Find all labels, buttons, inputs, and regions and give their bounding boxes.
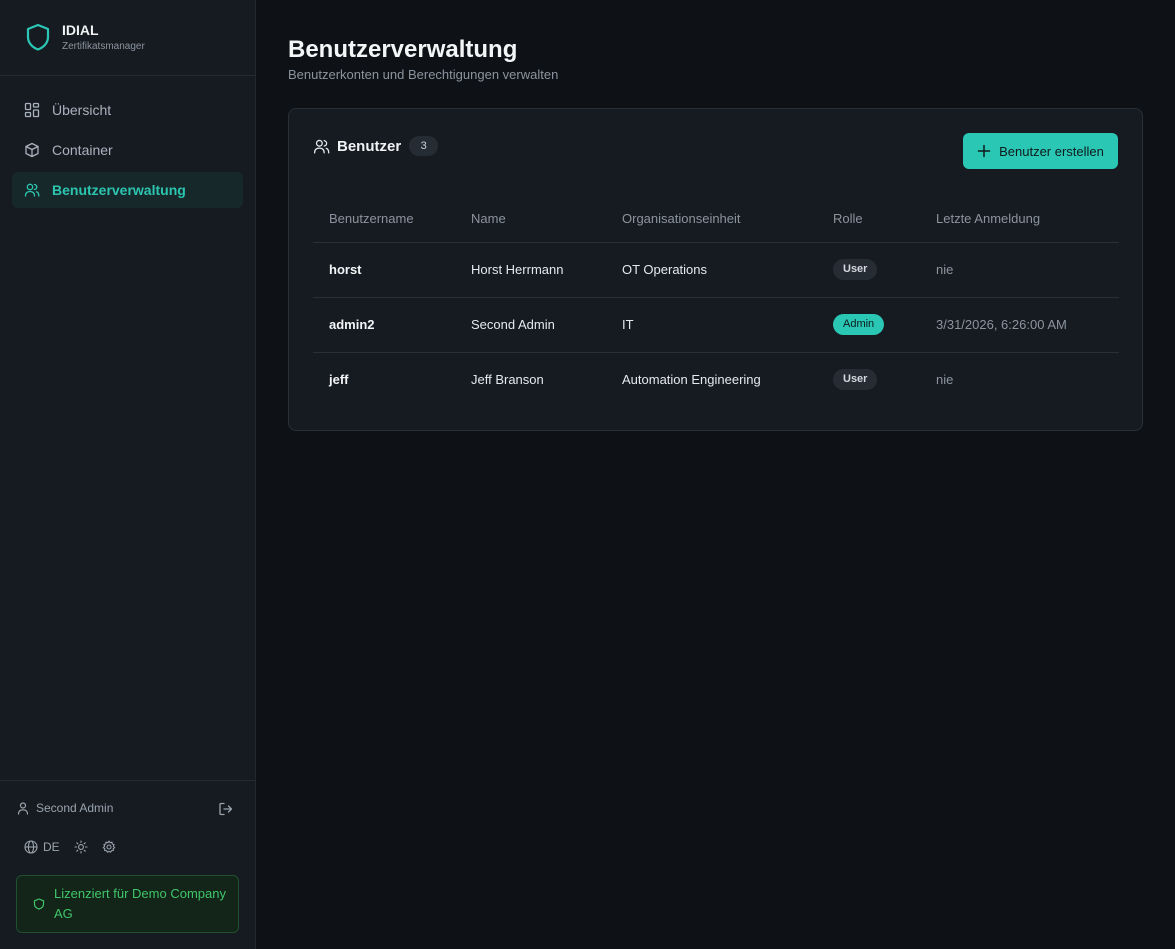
brand[interactable]: IDIAL Zertifikatsmanager [24, 22, 145, 52]
cell-org-unit: Automation Engineering [622, 372, 761, 388]
shield-icon [33, 898, 45, 910]
table-row[interactable]: jeff Jeff Branson Automation Engineering… [313, 352, 1119, 407]
sidebar-item-container[interactable]: Container [12, 132, 243, 168]
plus-icon [977, 144, 991, 158]
users-icon [313, 139, 330, 154]
globe-icon [24, 840, 38, 854]
dashboard-icon [24, 102, 40, 118]
table-header-row: Benutzername Name Organisationseinheit R… [313, 196, 1119, 243]
users-card: Benutzer 3 Benutzer erstellen Benutzerna… [288, 108, 1143, 431]
sidebar-item-user-management[interactable]: Benutzerverwaltung [12, 172, 243, 208]
column-header-name[interactable]: Name [455, 196, 606, 243]
page-title: Benutzerverwaltung [288, 36, 518, 63]
users-card-title: Benutzer [337, 137, 402, 155]
sidebar-item-label: Container [52, 142, 113, 158]
column-header-username[interactable]: Benutzername [313, 196, 455, 243]
users-card-header: Benutzer 3 [313, 136, 439, 156]
cell-username: horst [313, 242, 455, 298]
person-icon [17, 802, 29, 815]
sidebar-divider [0, 75, 255, 76]
cell-username: jeff [329, 372, 349, 388]
page-subtitle: Benutzerkonten und Berechtigungen verwal… [288, 67, 559, 82]
cell-last-login: 3/31/2026, 6:26:00 AM [920, 297, 1119, 353]
cell-role: User [817, 352, 920, 407]
settings-button[interactable] [102, 840, 116, 854]
language-code: DE [43, 840, 60, 854]
license-text: Lizenziert für Demo Company AG [54, 886, 226, 921]
sidebar: IDIAL Zertifikatsmanager Übersicht Conta… [0, 0, 256, 949]
table-row[interactable]: admin2 Second Admin IT Admin 3/31/2026, … [313, 297, 1119, 353]
sidebar-item-overview[interactable]: Übersicht [12, 92, 243, 128]
role-badge: User [833, 369, 878, 391]
sidebar-item-label: Übersicht [52, 102, 112, 118]
column-header-role[interactable]: Rolle [817, 196, 920, 243]
role-badge: Admin [833, 314, 885, 335]
license-banner: Lizenziert für Demo Company AG [16, 875, 239, 933]
sidebar-nav: Übersicht Container Benutzerverwaltung [12, 92, 243, 212]
brand-title: IDIAL [62, 22, 99, 38]
cell-username: admin2 [313, 297, 455, 353]
current-user-name: Second Admin [36, 801, 114, 815]
cell-org-unit: IT [606, 297, 817, 353]
column-header-org-unit[interactable]: Organisationseinheit [606, 196, 817, 243]
cell-role: User [817, 242, 920, 298]
cell-name: Horst Herrmann [455, 242, 606, 298]
table-row[interactable]: horst Horst Herrmann OT Operations User … [313, 242, 1119, 298]
sun-icon [74, 840, 88, 854]
logout-icon[interactable] [218, 801, 234, 817]
sidebar-tools: DE [24, 840, 116, 854]
current-user: Second Admin [16, 801, 234, 817]
users-table: Benutzername Name Organisationseinheit R… [313, 196, 1119, 407]
user-count-badge: 3 [409, 136, 439, 156]
create-user-button-label: Benutzer erstellen [999, 143, 1104, 159]
sidebar-item-label: Benutzerverwaltung [52, 182, 186, 198]
theme-toggle-button[interactable] [74, 840, 88, 854]
cell-last-login: nie [920, 242, 1119, 298]
cell-last-login: nie [936, 372, 954, 388]
gear-icon [102, 840, 116, 853]
box-icon [25, 142, 39, 158]
users-icon [24, 183, 40, 197]
language-switcher[interactable]: DE [24, 840, 60, 854]
brand-subtitle: Zertifikatsmanager [62, 41, 145, 52]
cell-name: Jeff Branson [471, 372, 544, 388]
cell-role: Admin [817, 297, 920, 353]
role-badge: User [833, 259, 878, 280]
shield-logo-icon [26, 23, 50, 51]
column-header-last-login[interactable]: Letzte Anmeldung [920, 196, 1119, 243]
create-user-button[interactable]: Benutzer erstellen [963, 133, 1118, 169]
sidebar-divider [0, 780, 255, 781]
cell-org-unit: OT Operations [606, 242, 817, 298]
cell-name: Second Admin [455, 297, 606, 353]
